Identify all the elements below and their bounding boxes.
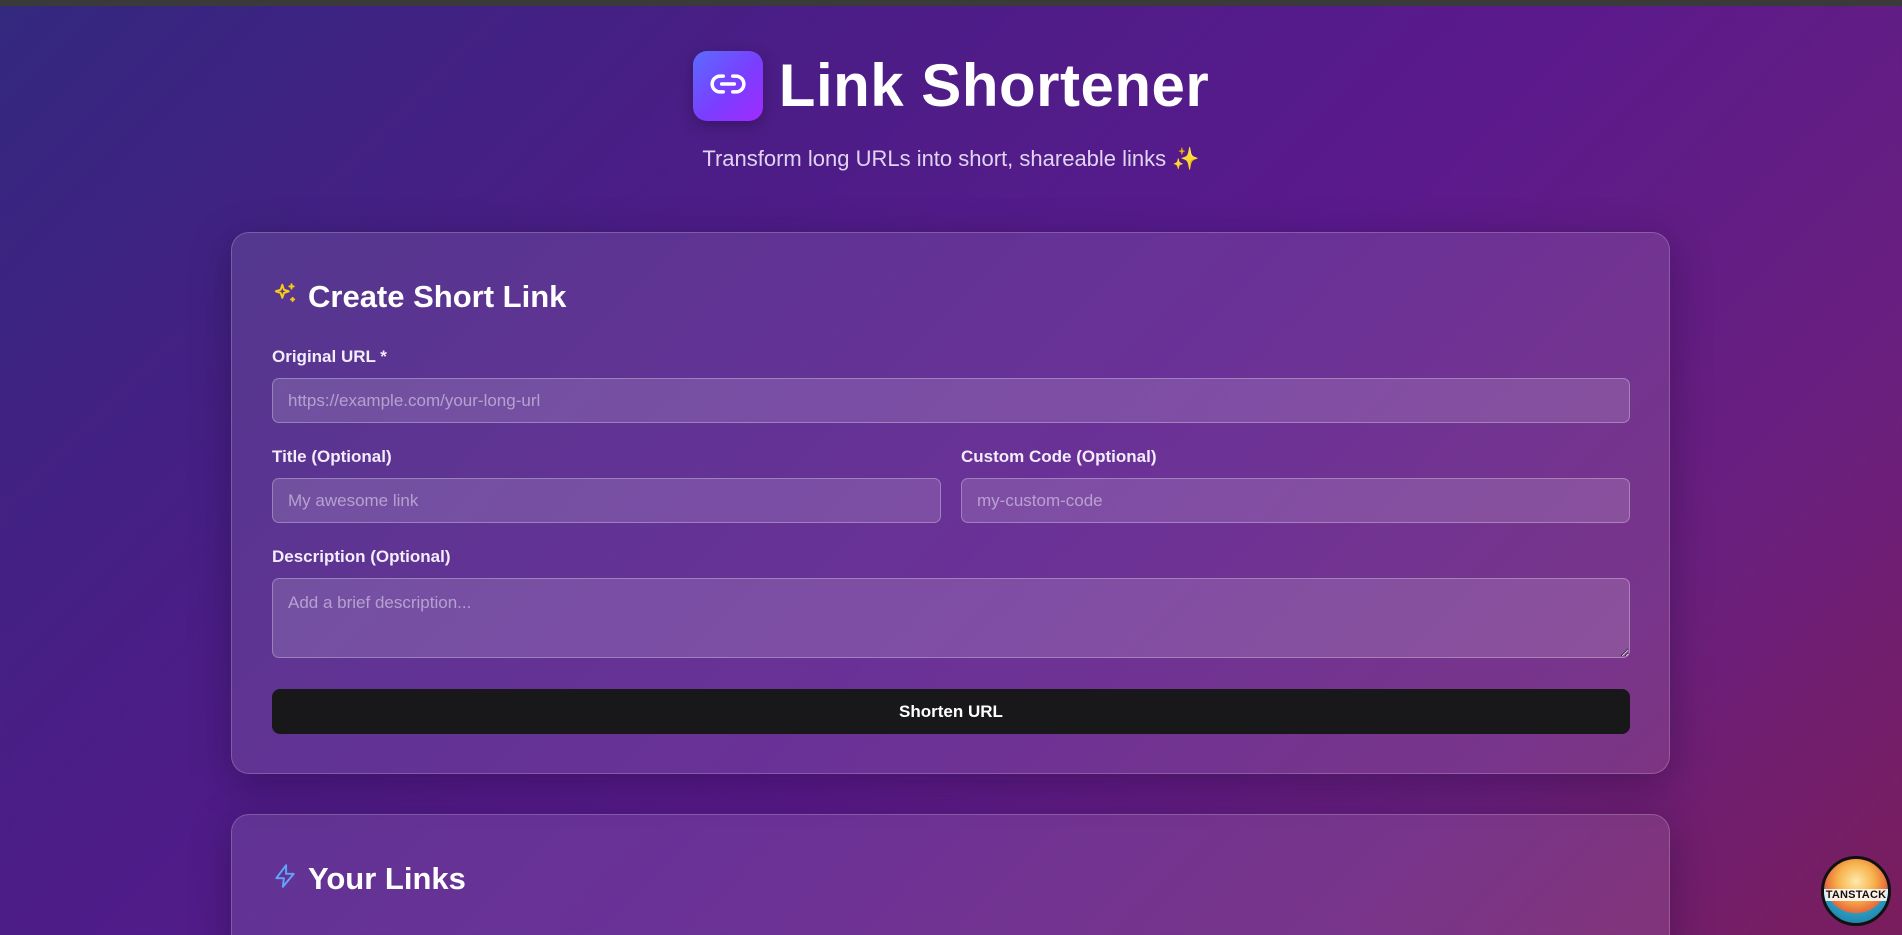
create-link-card: Create Short Link Original URL * Title (… [231,232,1670,774]
page-subtitle: Transform long URLs into short, shareabl… [702,146,1200,171]
your-links-heading-text: Your Links [308,861,466,896]
sparkles-icon [272,279,298,315]
tanstack-devtools-badge[interactable]: TANSTACK [1821,856,1891,926]
description-label: Description (Optional) [272,547,451,566]
lightning-icon [272,861,298,897]
description-textarea[interactable] [272,578,1630,658]
original-url-label: Original URL * [272,347,387,366]
title-row: Link Shortener [692,46,1210,126]
your-links-card: Your Links [231,814,1670,935]
your-links-heading: Your Links [272,861,466,897]
create-link-heading-text: Create Short Link [308,279,567,314]
title-input[interactable] [272,478,941,523]
browser-top-edge [0,0,1902,6]
page-title: Link Shortener [778,52,1210,119]
tanstack-badge-label: TANSTACK [1824,889,1888,901]
custom-code-label: Custom Code (Optional) [961,447,1157,466]
title-label: Title (Optional) [272,447,392,466]
shorten-url-button[interactable]: Shorten URL [272,689,1630,734]
create-link-heading: Create Short Link [272,279,566,315]
link-icon [709,65,747,108]
logo [692,51,763,121]
custom-code-input[interactable] [961,478,1630,523]
page-header: Link Shortener Transform long URLs into … [0,46,1902,172]
original-url-input[interactable] [272,378,1630,423]
